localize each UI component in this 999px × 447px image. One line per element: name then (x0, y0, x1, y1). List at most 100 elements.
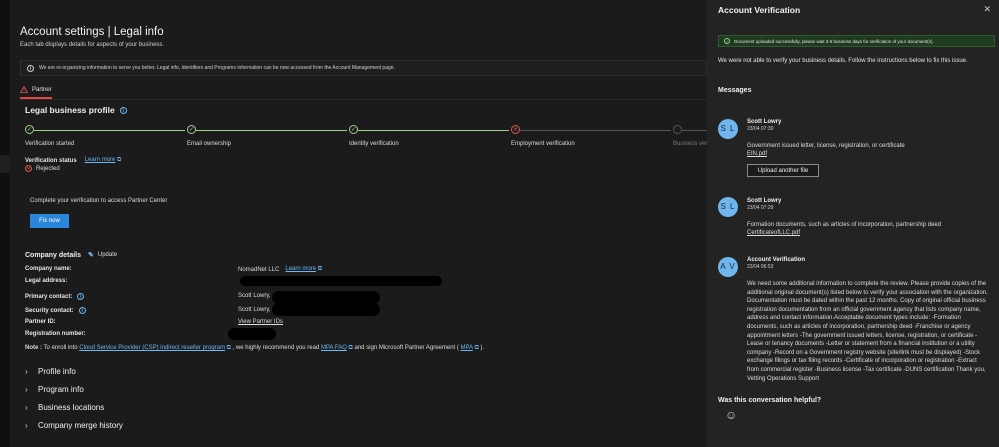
verification-status: Verification status Learn more ⧉ (25, 157, 121, 164)
verification-stepper: ✓ ✓ ✓ ✕ Verification started Email owner… (10, 124, 709, 154)
warning-icon (20, 86, 28, 93)
note-text: , we highly recommend you read (230, 345, 321, 351)
business-locations-expander[interactable]: › Business locations (25, 403, 104, 412)
not-verified-text: We were not able to verify your business… (718, 58, 968, 64)
redacted-registration (228, 328, 276, 340)
info-icon[interactable]: i (78, 307, 86, 314)
info-icon[interactable]: i (119, 106, 127, 114)
mpa-link[interactable]: MPA (461, 345, 473, 351)
company-details-header: Company details ✎ Update (25, 251, 117, 260)
program-info-expander[interactable]: › Program info (25, 385, 84, 394)
company-name-label: Company name: (25, 266, 72, 272)
security-contact-row: Security contact: i (25, 307, 86, 314)
tab-divider (20, 99, 707, 100)
fix-now-button[interactable]: Fix now (30, 214, 69, 228)
chevron-right-icon: › (25, 421, 28, 430)
primary-contact-value: Scott Lowry, (238, 293, 271, 299)
status-badge: ✕ Rejected (25, 165, 60, 172)
avatar: S L (718, 119, 738, 139)
learn-more-link[interactable]: Learn more ⧉ (85, 157, 122, 164)
external-link-icon: ⧉ (117, 157, 122, 163)
attachment-link[interactable]: CertificateofLLC.pdf (747, 229, 800, 238)
main-content: Account settings | Legal info Each tab d… (10, 0, 709, 447)
note-text: ). (478, 345, 485, 351)
note-text: and sign Microsoft Partner Agreement ( (352, 345, 461, 351)
verification-status-label: Verification status (25, 157, 77, 164)
message-time: 23/04 06:53 (747, 264, 774, 270)
csp-note: Note : To enroll into Cloud Service Prov… (25, 345, 484, 352)
message-author: Scott Lowry (747, 198, 782, 204)
company-learn-more-link[interactable]: Learn more ⧉ (285, 266, 322, 273)
info-icon: i (27, 64, 34, 72)
check-icon: ✓ (724, 38, 730, 44)
step-label: Identity verification (349, 141, 399, 147)
success-banner: ✓ Document uploaded successfully, please… (718, 35, 995, 47)
company-merge-history-expander[interactable]: › Company merge history (25, 421, 123, 430)
banner-text: We are re-organizing information to serv… (39, 65, 395, 71)
messages-heading: Messages (718, 87, 752, 94)
message-time: 23/04 07:29 (747, 205, 774, 211)
message-author: Account Verification (747, 257, 806, 263)
redacted-security-contact (272, 303, 380, 316)
message-body: We need some additional information to c… (747, 281, 988, 382)
success-text: Document uploaded successfully, please w… (734, 38, 934, 44)
note-prefix: Note : (25, 345, 42, 351)
external-link-icon: ⧉ (317, 266, 323, 272)
profile-info-expander[interactable]: › Profile info (25, 367, 76, 376)
expander-label: Profile info (38, 367, 76, 376)
check-icon: ✓ (187, 125, 196, 134)
nav-marker (0, 155, 10, 173)
registration-number-label: Registration number: (25, 331, 86, 337)
learn-more-text[interactable]: Learn more (85, 157, 116, 163)
account-verification-panel: Account Verification ✕ ✓ Document upload… (707, 0, 999, 447)
chevron-right-icon: › (25, 385, 28, 394)
step-connector (358, 130, 509, 131)
update-link[interactable]: Update (98, 252, 117, 258)
pencil-icon[interactable]: ✎ (88, 251, 94, 259)
chevron-right-icon: › (25, 367, 28, 376)
attachment-link[interactable]: EIN.pdf (747, 150, 767, 159)
step-label: Employment verification (511, 141, 575, 147)
csp-program-link[interactable]: Cloud Service Provider (CSP) indirect re… (79, 345, 225, 351)
company-name-value: NomadNet LLC Learn more ⧉ (238, 266, 322, 273)
info-icon[interactable]: i (77, 293, 85, 300)
expander-label: Company merge history (38, 421, 123, 430)
expander-label: Business locations (38, 403, 105, 412)
avatar: A V (718, 257, 738, 277)
view-partner-ids-link[interactable]: View Partner IDs (238, 319, 283, 325)
company-details-title: Company details (25, 251, 82, 259)
security-contact-value: Scott Lowry, (238, 307, 271, 313)
smiley-icon[interactable]: ☺ (725, 408, 737, 422)
message-time: 23/04 07:30 (747, 126, 774, 132)
note-text: To enroll into (42, 345, 80, 351)
legal-address-label: Legal address: (25, 278, 68, 284)
step-label: Verification started (25, 141, 75, 147)
mpa-faq-link[interactable]: MPA FAQ (321, 345, 347, 351)
expander-label: Program info (38, 385, 84, 394)
error-icon: ✕ (25, 165, 32, 172)
primary-contact-label: Primary contact: (25, 293, 73, 300)
panel-title: Account Verification (718, 5, 801, 15)
security-contact-label: Security contact: (25, 307, 74, 314)
company-learn-more-text[interactable]: Learn more (285, 266, 316, 272)
tab-partner[interactable]: Partner (20, 86, 52, 93)
step-connector (34, 130, 185, 131)
complete-verification-text: Complete your verification to access Par… (30, 198, 168, 204)
close-icon[interactable]: ✕ (983, 4, 991, 15)
legal-profile-label: Legal business profile (25, 105, 115, 115)
left-nav-strip (0, 0, 10, 447)
pending-step-icon (673, 125, 682, 134)
check-icon: ✓ (349, 125, 358, 134)
step-connector (196, 130, 347, 131)
primary-contact-row: Primary contact: i (25, 293, 85, 300)
check-icon: ✓ (25, 125, 34, 134)
step-connector (520, 130, 671, 131)
message-body: Government issued letter, license, regis… (747, 143, 905, 149)
avatar: S L (718, 197, 738, 217)
step-label: Email ownership (187, 141, 232, 147)
redacted-address (240, 276, 442, 286)
upload-another-file-button[interactable]: Upload another file (747, 164, 819, 177)
company-name-text: NomadNet LLC (238, 266, 280, 273)
message-author: Scott Lowry (747, 119, 782, 125)
info-banner: i We are re-organizing information to se… (20, 60, 707, 76)
